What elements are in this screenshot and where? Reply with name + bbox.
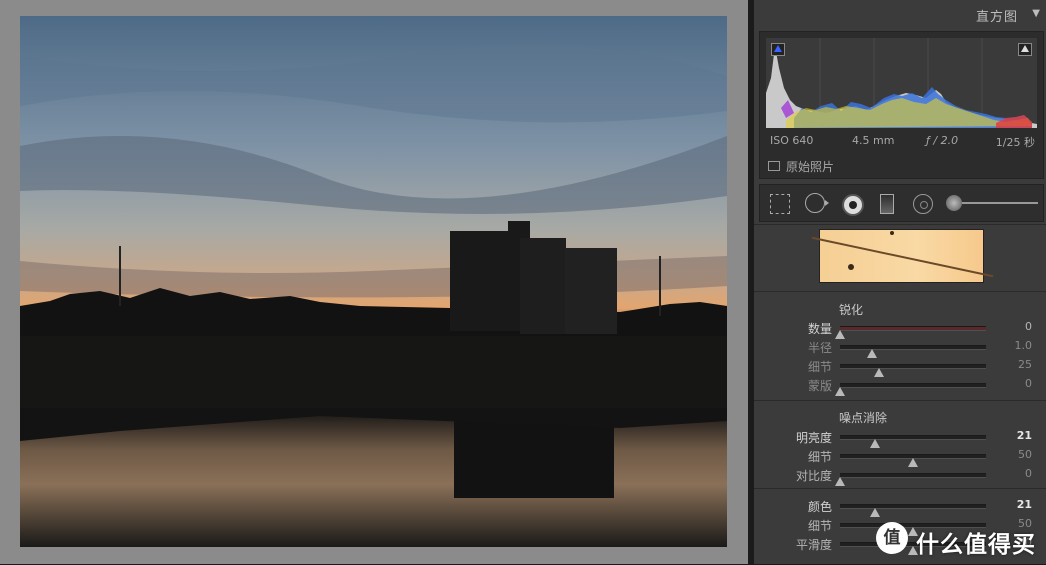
slider-label: 平滑度	[795, 538, 832, 552]
right-panel: 直方图 ▼ ISO 640 4.5 mm ƒ / 2.0 1/25 秒 原始照片…	[754, 0, 1046, 564]
slider-track[interactable]	[835, 473, 986, 486]
slider-value[interactable]: 50	[1018, 448, 1032, 461]
lightroom-develop-window: 直方图 ▼ ISO 640 4.5 mm ƒ / 2.0 1/25 秒 原始照片…	[0, 0, 1046, 564]
sharpening-radius-row[interactable]: 半径 1.0	[754, 337, 1046, 358]
slider-label: 数量	[807, 322, 832, 336]
slider-label: 细节	[807, 519, 832, 533]
color-row[interactable]: 颜色 21	[754, 496, 1046, 517]
slider-value[interactable]: 0	[1025, 377, 1032, 390]
slider-label: 半径	[807, 341, 832, 355]
adjustment-brush-icon[interactable]	[946, 195, 962, 211]
exif-focal-length: 4.5 mm	[852, 134, 895, 147]
exif-iso: ISO 640	[770, 134, 814, 147]
detail-preview	[754, 224, 1046, 291]
sharpening-section: 锐化 数量 0 半径 1.0 细节 25 蒙版 0	[754, 291, 1046, 400]
histogram-graph[interactable]	[766, 38, 1037, 128]
slider-label: 颜色	[807, 500, 832, 514]
sharpening-title: 锐化	[839, 303, 864, 317]
slider-value[interactable]: 0	[1025, 467, 1032, 480]
slider-value[interactable]: 21	[1017, 498, 1032, 511]
graduated-filter-icon[interactable]	[880, 194, 894, 214]
exif-aperture: ƒ / 2.0	[926, 134, 959, 147]
photo-preview[interactable]	[20, 16, 727, 547]
histogram-curve	[766, 38, 1037, 128]
red-eye-icon[interactable]	[842, 194, 864, 216]
shadow-clipping-button[interactable]	[771, 43, 785, 56]
histogram-panel: ISO 640 4.5 mm ƒ / 2.0 1/25 秒 原始照片	[759, 31, 1044, 179]
slider-value[interactable]: 0	[1025, 320, 1032, 333]
slider-thumb[interactable]	[835, 387, 845, 396]
slider-track[interactable]	[840, 345, 986, 358]
photo-canvas-area	[0, 0, 748, 564]
slider-track[interactable]	[840, 364, 986, 377]
slider-track[interactable]	[840, 435, 986, 448]
brush-size-slider[interactable]	[962, 202, 1038, 204]
spot-removal-icon[interactable]	[805, 192, 829, 214]
original-photo-label: 原始照片	[786, 160, 835, 174]
detail-preview-image[interactable]	[811, 229, 994, 283]
tool-strip	[759, 184, 1044, 222]
histogram-header[interactable]: 直方图 ▼	[754, 0, 1046, 28]
exif-shutter: 1/25 秒	[995, 136, 1035, 149]
slider-value[interactable]: 25	[1018, 358, 1032, 371]
highlight-clipping-button[interactable]	[1018, 43, 1032, 56]
watermark-logo-icon: 值	[876, 522, 908, 554]
slider-thumb[interactable]	[835, 477, 845, 486]
luminance-contrast-row[interactable]: 对比度 0	[754, 465, 1046, 486]
slider-label: 细节	[807, 450, 832, 464]
noise-reduction-title: 噪点消除	[839, 411, 888, 425]
luminance-row[interactable]: 明亮度 21	[754, 427, 1046, 448]
crop-icon[interactable]	[770, 194, 790, 214]
sharpening-amount-row[interactable]: 数量 0	[754, 318, 1046, 339]
radial-filter-icon[interactable]	[913, 194, 933, 214]
slider-label: 蒙版	[807, 379, 832, 393]
slider-track[interactable]	[835, 326, 986, 339]
slider-track[interactable]	[840, 504, 986, 517]
sharpening-masking-row[interactable]: 蒙版 0	[754, 375, 1046, 396]
slider-label: 明亮度	[795, 431, 832, 445]
slider-value[interactable]: 1.0	[1015, 339, 1033, 352]
slider-track[interactable]	[835, 383, 986, 396]
checkbox-icon[interactable]	[768, 161, 780, 171]
original-photo-toggle[interactable]: 原始照片	[768, 158, 834, 175]
noise-reduction-section: 噪点消除 明亮度 21 细节 50 对比度 0	[754, 400, 1046, 489]
slider-label: 对比度	[795, 469, 832, 483]
histogram-title: 直方图	[975, 10, 1018, 25]
sharpening-detail-row[interactable]: 细节 25	[754, 356, 1046, 377]
slider-value[interactable]: 21	[1017, 429, 1032, 442]
site-watermark: 值 什么值得买	[876, 520, 1040, 558]
sunset-photo	[20, 16, 727, 547]
slider-track[interactable]	[840, 454, 986, 467]
luminance-detail-row[interactable]: 细节 50	[754, 446, 1046, 467]
watermark-text: 什么值得买	[916, 532, 1036, 558]
slider-label: 细节	[807, 360, 832, 374]
triangle-down-icon[interactable]: ▼	[1032, 8, 1040, 19]
